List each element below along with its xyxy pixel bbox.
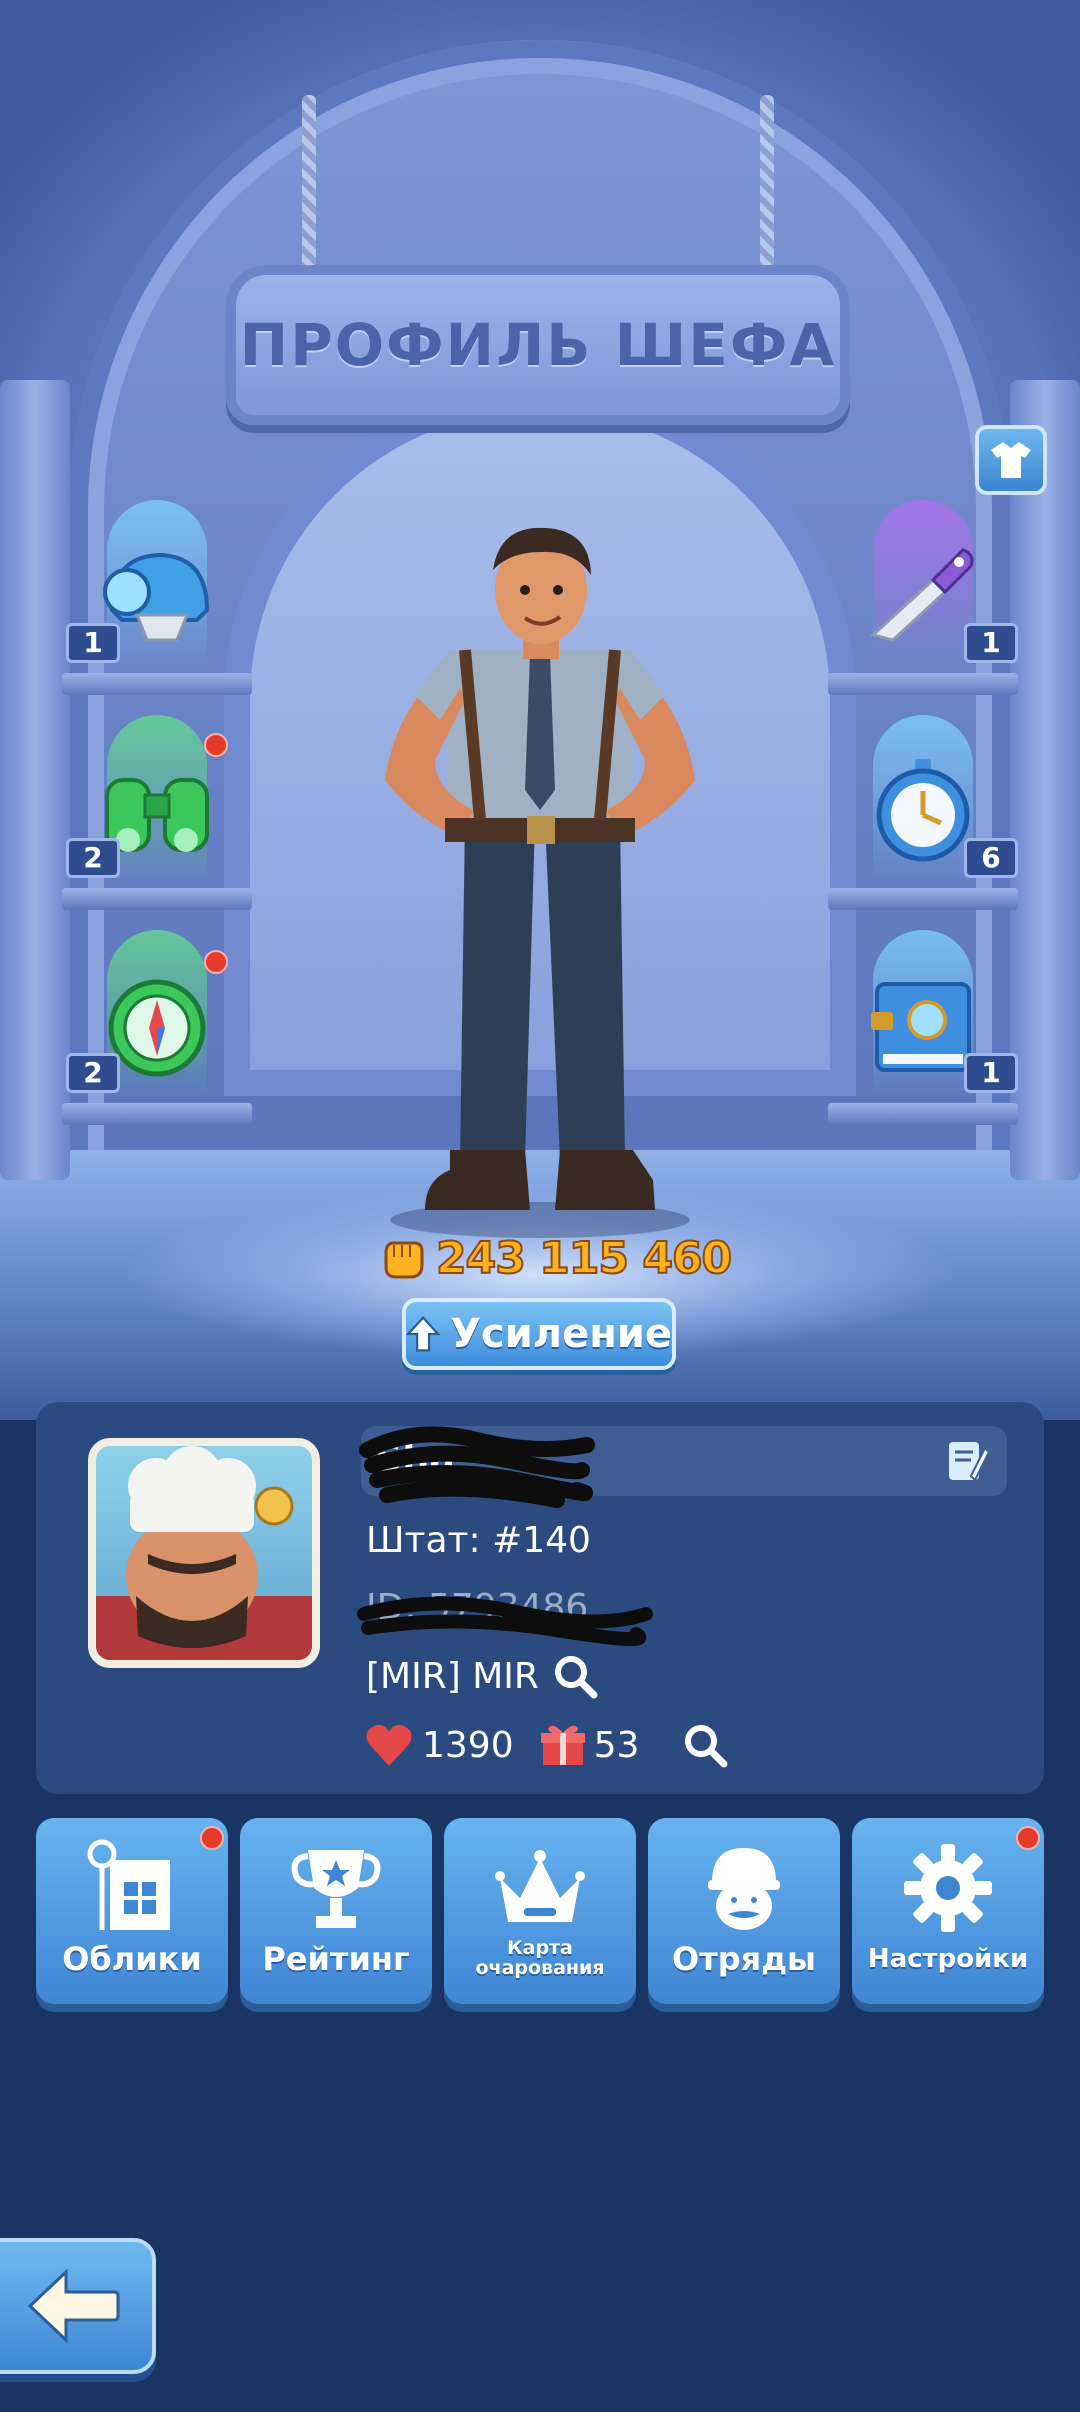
item-count: 2 xyxy=(66,1053,120,1093)
shelf-board xyxy=(62,673,252,695)
boost-button[interactable]: Усиление xyxy=(402,1298,676,1370)
notification-dot xyxy=(200,1826,224,1850)
right-pillar xyxy=(1010,380,1080,1180)
left-pillar xyxy=(0,380,70,1180)
shelf-board xyxy=(828,673,1018,695)
player-name-field: Sha xyxy=(359,1426,1007,1508)
trophy-icon xyxy=(291,1850,381,1928)
equipment-slot-compass[interactable]: 2 xyxy=(62,910,252,1125)
equipment-slot-book[interactable]: 1 xyxy=(828,910,1018,1125)
squads-button[interactable]: Отряды xyxy=(648,1818,840,2004)
power-display: 243 115 460 xyxy=(380,1228,733,1288)
redaction-scribble xyxy=(357,1596,653,1647)
item-count: 2 xyxy=(66,838,120,878)
equipment-slot-helmet[interactable]: 1 xyxy=(62,480,252,695)
item-count: 6 xyxy=(964,838,1018,878)
skins-icon xyxy=(87,1839,170,1930)
item-count: 1 xyxy=(66,623,120,663)
search-icon[interactable] xyxy=(681,1721,729,1769)
action-label: Настройки xyxy=(867,1944,1029,1974)
settings-button[interactable]: Настройки xyxy=(852,1818,1044,2004)
redaction-scribble xyxy=(359,1426,595,1508)
action-label: Карта очарования xyxy=(444,1938,636,1978)
item-count: 1 xyxy=(964,1053,1018,1093)
title-sign: ПРОФИЛЬ ШЕФА xyxy=(226,265,850,425)
alliance-name: [MIR] MIR xyxy=(366,1655,539,1697)
chef-profile-screen: ПРОФИЛЬ ШЕФА 1 2 2 1 6 1 243 115 460 Уси… xyxy=(0,0,1080,2412)
shelf-board xyxy=(828,888,1018,910)
fist-icon xyxy=(384,1241,424,1279)
squad-icon xyxy=(708,1848,780,1930)
showroom-scene: ПРОФИЛЬ ШЕФА 1 2 2 1 6 1 243 115 460 Уси… xyxy=(0,0,1080,1540)
action-label: Облики xyxy=(62,1940,202,1978)
crown-icon xyxy=(495,1850,585,1922)
notification-dot xyxy=(204,950,228,974)
action-label-line: очарования xyxy=(475,1957,605,1979)
notification-dot xyxy=(1016,1826,1040,1850)
equipment-shelf-right: 1 6 1 xyxy=(828,480,1018,1125)
gift-icon xyxy=(540,1725,585,1765)
avatar[interactable] xyxy=(88,1438,320,1668)
alliance-row: [MIR] MIR xyxy=(366,1652,599,1700)
chef-character xyxy=(355,520,725,1240)
gifts-count: 53 xyxy=(593,1724,640,1766)
heart-icon xyxy=(366,1724,412,1766)
shelf-board xyxy=(62,1103,252,1125)
item-count: 1 xyxy=(964,623,1018,663)
likes-count: 1390 xyxy=(422,1724,514,1766)
shelf-board xyxy=(62,888,252,910)
wardrobe-button[interactable] xyxy=(975,425,1047,495)
shelf-board xyxy=(828,1103,1018,1125)
state-label: Штат: #140 xyxy=(366,1520,591,1561)
skins-button[interactable]: Облики xyxy=(36,1818,228,2004)
search-icon[interactable] xyxy=(551,1652,599,1700)
action-label-line: Карта xyxy=(507,1937,573,1959)
social-stats: 1390 53 xyxy=(364,1720,729,1770)
action-bar: Облики Рейтинг Карта очарования Отряды Н… xyxy=(36,1818,1046,2008)
action-label: Рейтинг xyxy=(262,1940,410,1978)
arrow-left-icon xyxy=(27,2268,120,2344)
equipment-slot-knife[interactable]: 1 xyxy=(828,480,1018,695)
edit-name-icon[interactable] xyxy=(941,1436,991,1486)
profile-panel: Sha Штат: #140 ID: 5793486 [MIR] MIR 139… xyxy=(36,1402,1044,1794)
equipment-slot-binoculars[interactable]: 2 xyxy=(62,695,252,910)
equipment-slot-stopwatch[interactable]: 6 xyxy=(828,695,1018,910)
notification-dot xyxy=(204,733,228,757)
power-value: 243 115 460 xyxy=(435,1232,733,1285)
action-label: Отряды xyxy=(672,1940,816,1978)
boost-label: Усиление xyxy=(450,1311,672,1357)
shirt-icon xyxy=(991,442,1031,478)
page-title: ПРОФИЛЬ ШЕФА xyxy=(239,311,837,379)
charm-map-button[interactable]: Карта очарования xyxy=(444,1818,636,2004)
rating-button[interactable]: Рейтинг xyxy=(240,1818,432,2004)
arrow-up-icon xyxy=(406,1315,441,1352)
gear-icon xyxy=(904,1844,992,1932)
equipment-shelf-left: 1 2 2 xyxy=(62,480,252,1125)
back-button[interactable] xyxy=(0,2238,156,2374)
